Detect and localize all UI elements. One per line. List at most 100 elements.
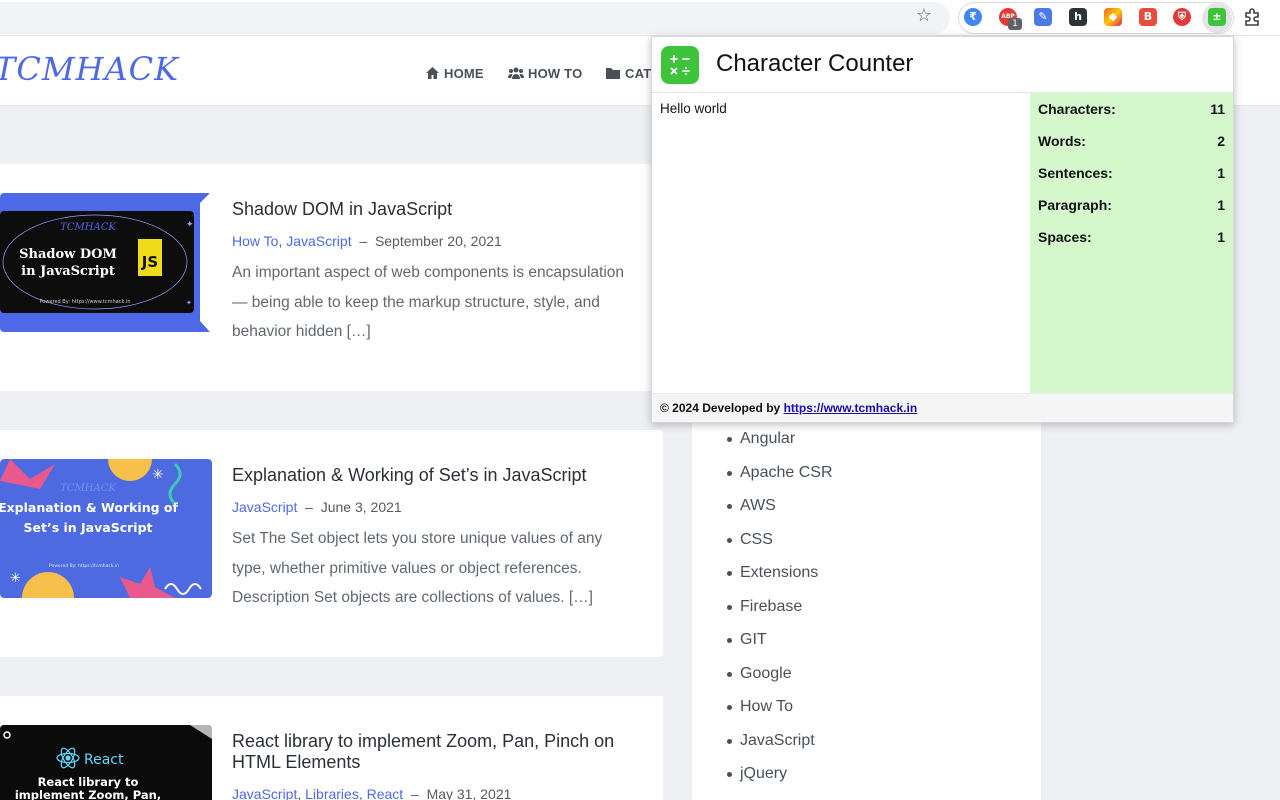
stat-value: 11 [1210,101,1225,117]
category-link[interactable]: AWS [727,494,833,528]
post-category-link[interactable]: JavaScript [232,786,297,800]
categories-sidebar: Angular Apache CSR AWS CSS Extensions Fi… [692,420,1041,800]
thumb-title-line2: implement Zoom, Pan, [15,788,161,800]
nav-categories[interactable]: CAT [605,66,651,81]
popup-title: Character Counter [716,50,914,77]
thumb-footer: Powered By: https://tcmhack.in [49,563,119,569]
category-link[interactable]: CSS [727,528,833,562]
thumb-brand: TCMHACK [60,222,116,233]
category-link[interactable]: GIT [727,628,833,662]
site-logo[interactable]: TCMHACK [0,50,179,88]
post-category-link[interactable]: JavaScript [286,233,351,249]
text-input-area[interactable]: Hello world [652,93,1030,393]
category-link[interactable]: Firebase [727,595,833,629]
post-meta: JavaScript – June 3, 2021 [232,499,402,515]
stat-value: 1 [1217,229,1225,245]
stats-panel: Characters: 11 Words: 2 Sentences: 1 Paragr… [1030,93,1233,393]
stat-characters: Characters: 11 [1038,101,1225,121]
category-link[interactable]: How To [727,695,833,729]
post-title[interactable]: React library to implement Zoom, Pan, Pi… [232,731,642,773]
character-counter-extension-icon[interactable]: ± [1208,8,1226,26]
post-date: September 20, 2021 [374,233,502,249]
thumb-brand: TCMHACK [60,483,116,494]
h-extension-icon[interactable]: h [1069,8,1087,26]
browser-toolbar: ☆ ₹ ABP 1 ✎ h ◆ B ⛨ ± [0,0,1280,36]
post-date: May 31, 2021 [426,786,512,800]
address-bar[interactable] [0,2,950,34]
post-excerpt: An important aspect of web components is… [232,264,625,340]
js-badge: JS [141,253,158,271]
category-link[interactable]: Google [727,662,833,696]
footer-link[interactable]: https://www.tcmhack.in [784,401,918,415]
popup-footer: © 2024 Developed by https://www.tcmhack.… [652,393,1233,422]
sparkle-icon: ✳ [10,571,21,586]
stat-value: 2 [1217,133,1225,149]
extension-badge: 1 [1008,18,1022,30]
stat-label: Characters: [1038,101,1116,117]
calculator-icon [661,46,699,84]
category-link[interactable]: JavaScript [727,729,833,763]
stat-sentences: Sentences: 1 [1038,165,1225,185]
thumb-title-line2: in JavaScript [21,264,115,279]
stat-label: Sentences: [1038,165,1113,181]
post-category-link[interactable]: React [367,786,404,800]
category-list: Angular Apache CSR AWS CSS Extensions Fi… [727,427,833,796]
post-thumbnail-graphic: React React library to implement Zoom, P… [0,725,212,800]
post-card: ✳ ✳ TCMHACK Explanation & Working of Set… [0,430,663,657]
category-link[interactable]: Angular [727,427,833,461]
nav-home-label: HOME [444,66,484,81]
post-card: React React library to implement Zoom, P… [0,696,663,800]
thumb-brand: React [84,752,124,768]
post-excerpt: Set The Set object lets you store unique… [232,530,603,606]
stat-value: 1 [1217,197,1225,213]
folder-icon [606,68,620,79]
stat-value: 1 [1217,165,1225,181]
thumb-title-line1: Explanation & Working of [0,500,178,515]
post-title[interactable]: Shadow DOM in JavaScript [232,199,642,220]
people-icon [508,67,524,79]
category-link[interactable]: Apache CSR [727,461,833,495]
post-card: JS TCMHACK Shadow DOM in JavaScript Powe… [0,164,663,391]
nav-home[interactable]: HOME [425,66,484,81]
thumb-title-line1: React library to [38,775,139,789]
nav-categories-label: CAT [625,66,652,81]
nav-how-to-label: HOW TO [528,66,583,81]
category-link[interactable]: Extensions [727,561,833,595]
post-category-link[interactable]: Libraries [305,786,359,800]
post-title[interactable]: Explanation & Working of Set’s in JavaSc… [232,465,642,486]
colorful-extension-icon[interactable]: ◆ [1104,8,1122,26]
character-counter-popup: Character Counter Hello world Characters… [651,36,1234,423]
bookmark-star-icon[interactable]: ☆ [914,6,934,26]
post-category-link[interactable]: JavaScript [232,499,297,515]
sparkle-icon: ✦ [186,299,192,307]
footer-text: © 2024 Developed by [660,401,781,415]
stat-label: Words: [1038,133,1086,149]
post-thumbnail[interactable]: ✳ ✳ TCMHACK Explanation & Working of Set… [0,459,212,598]
category-link[interactable]: jQuery [727,762,833,796]
post-category-link[interactable]: How To [232,233,278,249]
translate-extension-icon[interactable]: ✎ [1034,8,1052,26]
rupee-extension-icon[interactable]: ₹ [964,8,982,26]
post-thumbnail[interactable]: JS TCMHACK Shadow DOM in JavaScript Powe… [0,193,212,332]
thumb-title-line2: Set’s in JavaScript [24,520,153,535]
post-meta: How To, JavaScript – September 20, 2021 [232,233,502,249]
b-extension-icon[interactable]: B [1139,8,1157,26]
puzzle-extensions-icon[interactable] [1243,7,1263,27]
stat-paragraph: Paragraph: 1 [1038,197,1225,217]
home-icon [426,67,439,79]
sparkle-icon: ✳ [152,467,164,483]
stat-label: Spaces: [1038,229,1092,245]
stat-label: Paragraph: [1038,197,1112,213]
post-date: June 3, 2021 [320,499,402,515]
thumb-title-line1: Shadow DOM [19,247,117,262]
post-thumbnail-graphic: JS TCMHACK Shadow DOM in JavaScript Powe… [0,193,212,332]
shield-extension-icon[interactable]: ⛨ [1173,8,1191,26]
thumb-footer: Powered By: https://www.tcmhack.in [39,299,130,305]
post-meta: JavaScript, Libraries, React – May 31, 2… [232,786,512,800]
post-thumbnail[interactable]: React React library to implement Zoom, P… [0,725,212,800]
stat-spaces: Spaces: 1 [1038,229,1225,249]
popup-header: Character Counter [652,37,1233,93]
sparkle-icon: ✦ [186,220,194,230]
nav-how-to[interactable]: HOW TO [508,66,582,81]
post-thumbnail-graphic: ✳ ✳ TCMHACK Explanation & Working of Set… [0,459,212,598]
